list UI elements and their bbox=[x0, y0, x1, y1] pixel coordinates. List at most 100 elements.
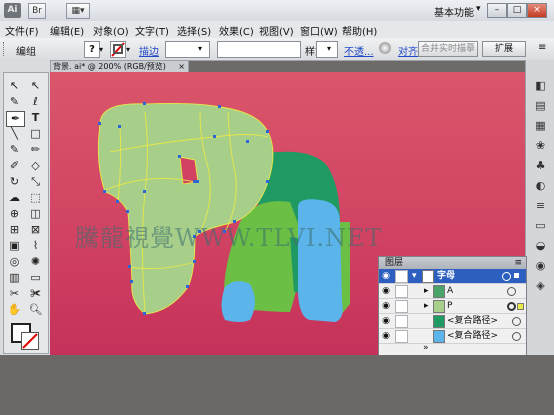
menu-type[interactable]: 文字(T) bbox=[135, 23, 169, 38]
shape-builder-tool-icon[interactable]: ⊕ bbox=[6, 207, 23, 221]
lock-toggle[interactable] bbox=[395, 300, 408, 313]
stroke-panel-icon[interactable]: ≡ bbox=[531, 198, 550, 213]
pen-tool-icon[interactable]: ✒ bbox=[6, 111, 25, 127]
color-panel-icon[interactable]: ◧ bbox=[531, 78, 550, 93]
layer-name[interactable]: P bbox=[447, 299, 452, 313]
color-guide-icon[interactable]: ▤ bbox=[531, 98, 550, 113]
expand-chevron-icon[interactable]: ▸ bbox=[424, 284, 429, 298]
zoom-tool-icon[interactable]: 🔍︎ bbox=[27, 303, 44, 317]
free-transform-tool-icon[interactable]: ⬚ bbox=[27, 191, 44, 205]
lock-toggle[interactable] bbox=[395, 330, 408, 343]
panel-menu-icon[interactable]: ≡ bbox=[514, 257, 522, 269]
symbol-sprayer-tool-icon[interactable]: ✺ bbox=[27, 255, 44, 269]
menu-file[interactable]: 文件(F) bbox=[5, 23, 39, 38]
transparency-panel-icon[interactable]: ◒ bbox=[531, 238, 550, 253]
visibility-eye-icon[interactable]: ◉ bbox=[381, 316, 391, 326]
style-chevron-down-icon[interactable]: ▾ bbox=[327, 44, 331, 53]
live-paint-tool-icon[interactable]: ◫ bbox=[27, 207, 44, 221]
stroke-swatch[interactable] bbox=[110, 41, 126, 58]
gradient-tool-icon[interactable]: ▣ bbox=[6, 239, 23, 253]
recolor-artwork-icon[interactable] bbox=[379, 42, 391, 54]
line-tool-icon[interactable]: ╲ bbox=[6, 127, 23, 141]
direct-selection-tool-icon[interactable]: ↖ bbox=[27, 79, 44, 93]
mesh-tool-icon[interactable]: ⊠ bbox=[27, 223, 44, 237]
appearance-panel-icon[interactable]: ◉ bbox=[531, 258, 550, 273]
visibility-eye-icon[interactable]: ◉ bbox=[381, 331, 391, 341]
graphic-styles-icon[interactable]: ◐ bbox=[531, 178, 550, 193]
stroke-color-box[interactable] bbox=[21, 332, 39, 350]
align-link[interactable]: 对齐 bbox=[398, 43, 418, 58]
layers-panel-icon[interactable]: ◈ bbox=[531, 278, 550, 293]
pencil-tool-icon[interactable]: ✏ bbox=[27, 143, 44, 157]
brushes-panel-icon[interactable]: ❀ bbox=[531, 138, 550, 153]
maximize-button[interactable]: □ bbox=[507, 3, 527, 18]
menu-object[interactable]: 对象(O) bbox=[93, 23, 129, 38]
merge-live-trace-button[interactable]: 合并实时描摹 bbox=[418, 41, 478, 57]
fill-chevron-down-icon[interactable]: ▾ bbox=[99, 45, 103, 54]
stroke-weight-field[interactable] bbox=[165, 41, 210, 58]
layer-name[interactable]: <复合路径> bbox=[447, 329, 498, 343]
layer-name[interactable]: A bbox=[447, 284, 453, 298]
visibility-eye-icon[interactable]: ◉ bbox=[381, 271, 391, 281]
blend-tool-icon[interactable]: ◎ bbox=[6, 255, 23, 269]
lock-toggle[interactable] bbox=[395, 270, 408, 283]
magic-wand-tool-icon[interactable]: ✎ bbox=[6, 95, 23, 109]
layer-name[interactable]: <复合路径> bbox=[447, 314, 498, 328]
eyedropper-tool-icon[interactable]: ⌇ bbox=[27, 239, 44, 253]
selection-indicator[interactable] bbox=[514, 273, 519, 278]
scissors-tool-icon[interactable]: ✀ bbox=[27, 287, 44, 301]
lasso-tool-icon[interactable]: ℓ bbox=[27, 95, 44, 109]
control-bar-menu-icon[interactable]: ≡ bbox=[538, 42, 546, 53]
target-icon[interactable] bbox=[512, 332, 521, 341]
eraser-tool-icon[interactable]: ◇ bbox=[27, 159, 44, 173]
stroke-weight-chevron-icon[interactable]: ▾ bbox=[198, 44, 202, 53]
slice-tool-icon[interactable]: ✂ bbox=[6, 287, 23, 301]
fill-swatch[interactable]: ? bbox=[84, 41, 100, 58]
arrange-documents-icon[interactable]: ▦▾ bbox=[66, 3, 90, 19]
paintbrush-tool-icon[interactable]: ✎ bbox=[6, 143, 23, 157]
minimize-button[interactable]: – bbox=[487, 3, 507, 18]
lock-toggle[interactable] bbox=[395, 285, 408, 298]
scale-tool-icon[interactable]: ⤡ bbox=[27, 175, 44, 189]
layer-row[interactable]: ◉ ▾ 字母 bbox=[379, 269, 526, 284]
visibility-eye-icon[interactable]: ◉ bbox=[381, 286, 391, 296]
swatches-panel-icon[interactable]: ▦ bbox=[531, 118, 550, 133]
menu-select[interactable]: 选择(S) bbox=[177, 23, 211, 38]
more-rows-chevron-icon[interactable]: » bbox=[423, 343, 429, 353]
target-icon[interactable] bbox=[502, 272, 511, 281]
hand-tool-icon[interactable]: ✋ bbox=[6, 303, 23, 317]
target-icon[interactable] bbox=[507, 302, 516, 311]
opacity-link[interactable]: 不透... bbox=[344, 43, 374, 58]
artboard-tool-icon[interactable]: ▭ bbox=[27, 271, 44, 285]
rectangle-tool-icon[interactable]: □ bbox=[27, 127, 44, 141]
warp-tool-icon[interactable]: ☁ bbox=[6, 191, 23, 205]
menu-view[interactable]: 视图(V) bbox=[259, 23, 294, 38]
layers-panel-header[interactable]: 图层 ≡ bbox=[379, 257, 526, 269]
target-icon[interactable] bbox=[512, 317, 521, 326]
menu-effect[interactable]: 效果(C) bbox=[219, 23, 254, 38]
visibility-eye-icon[interactable]: ◉ bbox=[381, 301, 391, 311]
layer-row[interactable]: ◉ <复合路径> bbox=[379, 329, 526, 344]
close-button[interactable]: × bbox=[527, 3, 547, 18]
layer-name[interactable]: 字母 bbox=[437, 269, 455, 283]
expand-chevron-icon[interactable]: ▸ bbox=[424, 299, 429, 313]
menu-edit[interactable]: 编辑(E) bbox=[50, 23, 84, 38]
blob-brush-tool-icon[interactable]: ✐ bbox=[6, 159, 23, 173]
perspective-grid-tool-icon[interactable]: ⊞ bbox=[6, 223, 23, 237]
expand-chevron-icon[interactable]: ▾ bbox=[412, 269, 417, 283]
selection-tool-icon[interactable]: ↖ bbox=[6, 79, 23, 93]
menu-window[interactable]: 窗口(W) bbox=[300, 23, 338, 38]
stroke-chevron-down-icon[interactable]: ▾ bbox=[126, 45, 130, 54]
layer-row[interactable]: ◉ ▸ A bbox=[379, 284, 526, 299]
gradient-panel-icon[interactable]: ▭ bbox=[531, 218, 550, 233]
control-bar-grip[interactable] bbox=[3, 42, 7, 56]
layer-row[interactable]: ◉ ▸ P bbox=[379, 299, 526, 314]
target-icon[interactable] bbox=[507, 287, 516, 296]
variable-width-field[interactable] bbox=[217, 41, 301, 58]
selection-indicator[interactable] bbox=[517, 303, 524, 310]
bridge-button[interactable]: Br bbox=[28, 3, 46, 19]
rotate-tool-icon[interactable]: ↻ bbox=[6, 175, 23, 189]
workspace-switcher[interactable]: 基本功能 bbox=[434, 4, 474, 19]
column-graph-tool-icon[interactable]: ▥ bbox=[6, 271, 23, 285]
lock-toggle[interactable] bbox=[395, 315, 408, 328]
